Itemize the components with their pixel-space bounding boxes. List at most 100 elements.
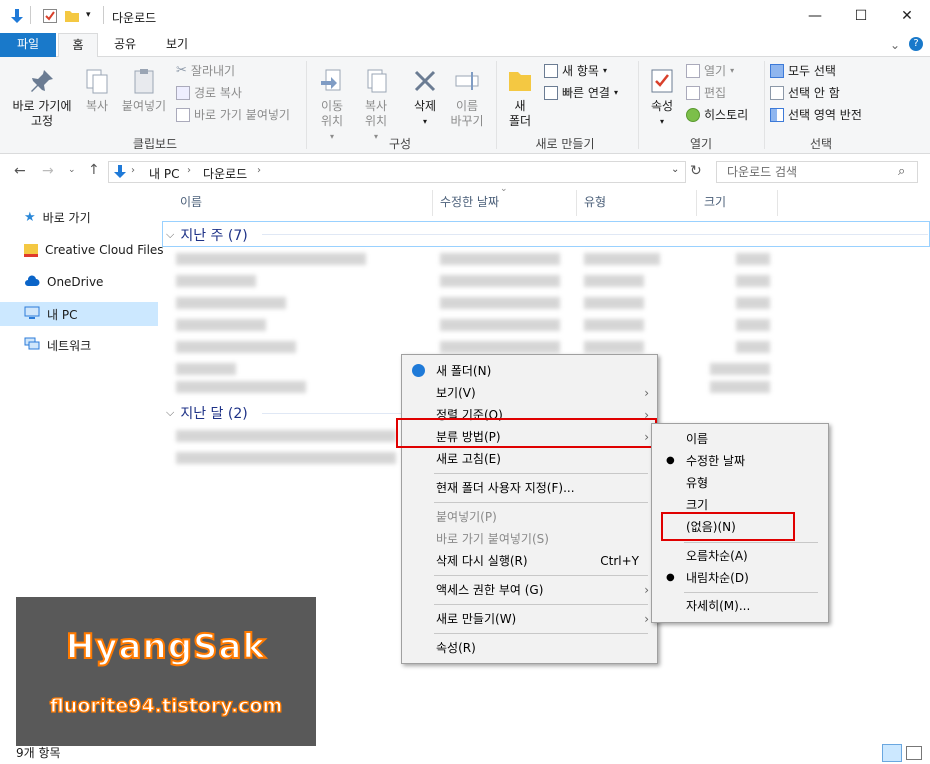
list-item-type <box>584 275 644 287</box>
delete-label: 삭제 <box>413 99 437 113</box>
quick-access-down-arrow-icon[interactable] <box>10 8 24 27</box>
new-item-button[interactable]: 새 항목 ▾ <box>544 63 607 79</box>
menu-separator <box>434 473 648 474</box>
submenu-item-more[interactable]: 자세히(M)... <box>652 595 828 617</box>
nav-label: 네트워크 <box>47 338 92 353</box>
column-divider <box>432 190 433 216</box>
menu-item-paste-shortcut[interactable]: 바로 가기 붙여넣기(S) <box>402 528 657 550</box>
pin-to-quick-access-button[interactable]: 바로 가기에 고정 <box>6 67 78 129</box>
submenu-item-date-modified[interactable]: ● 수정한 날짜 <box>652 450 828 472</box>
column-header-type[interactable]: 유형 <box>584 194 606 216</box>
large-icons-view-icon[interactable] <box>906 746 922 760</box>
highlight-box-none <box>661 512 795 541</box>
breadcrumb-downloads[interactable]: 다운로드 <box>203 165 247 182</box>
history-icon <box>686 108 700 122</box>
tab-file[interactable]: 파일 <box>0 33 56 57</box>
expand-ribbon-chevron-icon[interactable]: ⌄ <box>890 38 900 52</box>
menu-item-redo-delete[interactable]: 삭제 다시 실행(R) Ctrl+Y <box>402 550 657 572</box>
select-none-icon <box>770 86 784 100</box>
refresh-icon[interactable]: ↻ <box>690 163 702 179</box>
up-arrow-icon[interactable]: ↑ <box>88 162 100 178</box>
paste-shortcut-label: 바로 가기 붙여넣기 <box>194 108 290 122</box>
tab-share[interactable]: 공유 <box>104 33 146 57</box>
move-to-button[interactable]: 이동 위치 ▾ <box>312 67 352 144</box>
properties-check-icon[interactable] <box>42 8 58 27</box>
list-item[interactable] <box>176 297 286 309</box>
new-folder-label: 새 폴더 <box>508 99 532 128</box>
group-label-clipboard: 클립보드 <box>132 137 178 151</box>
close-button[interactable]: ✕ <box>884 0 930 32</box>
nav-item-quick-access[interactable]: ★ 바로 가기 <box>24 205 91 229</box>
submenu-item-name[interactable]: 이름 <box>652 428 828 450</box>
list-item[interactable] <box>176 381 306 393</box>
details-view-icon[interactable] <box>882 744 902 762</box>
back-arrow-icon[interactable]: ← <box>14 163 26 179</box>
nav-item-creative-cloud[interactable]: Creative Cloud Files <box>24 238 164 262</box>
minimize-button[interactable]: — <box>792 0 838 32</box>
list-item[interactable] <box>176 430 396 442</box>
recent-locations-chevron-icon[interactable]: ⌄ <box>68 165 76 175</box>
nav-label: 내 PC <box>47 307 78 322</box>
submenu-item-ascending[interactable]: 오름차순(A) <box>652 545 828 567</box>
copy-button[interactable]: 복사 <box>80 67 114 114</box>
menu-item-new[interactable]: 새로 만들기(W) › <box>402 608 657 630</box>
menu-item-refresh[interactable]: 새로 고침(E) <box>402 448 657 470</box>
dropdown-arrow-icon: ▾ <box>422 117 427 126</box>
menu-item-paste[interactable]: 붙여넣기(P) <box>402 506 657 528</box>
customize-quick-access-icon[interactable]: ▾ <box>86 10 91 20</box>
menu-item-give-access[interactable]: 액세스 권한 부여 (G) › <box>402 579 657 601</box>
search-input[interactable]: 다운로드 검색 <box>716 161 918 183</box>
list-item[interactable] <box>176 452 396 464</box>
menu-item-new-folder[interactable]: 새 폴더(N) <box>402 360 657 382</box>
column-header-size[interactable]: 크기 <box>704 194 726 216</box>
submenu-item-descending[interactable]: ● 내림차순(D) <box>652 567 828 589</box>
group-header-last-month[interactable]: ⌵ 지난 달 (2) <box>166 403 248 423</box>
new-folder-quick-icon[interactable] <box>64 8 80 27</box>
copy-path-button[interactable]: 경로 복사 <box>176 85 242 101</box>
list-item[interactable] <box>176 275 256 287</box>
rename-button[interactable]: 이름 바꾸기 <box>446 67 488 129</box>
list-item[interactable] <box>176 341 296 353</box>
nav-item-onedrive[interactable]: OneDrive <box>24 270 103 294</box>
clipboard-icon <box>134 69 154 94</box>
ribbon-separator <box>764 61 765 149</box>
nav-item-this-pc[interactable]: 내 PC <box>24 302 77 326</box>
edit-icon <box>686 86 700 100</box>
delete-button[interactable]: 삭제 ▾ <box>406 67 444 129</box>
properties-button[interactable]: 속성 ▾ <box>644 67 680 129</box>
new-folder-button[interactable]: 새 폴더 <box>502 67 538 129</box>
column-header-name[interactable]: 이름 <box>180 194 202 216</box>
path-icon <box>176 86 190 100</box>
submenu-arrow-icon: › <box>644 612 649 626</box>
address-bar[interactable]: › 내 PC › 다운로드 › ⌄ <box>108 161 686 183</box>
list-item[interactable] <box>176 319 266 331</box>
tab-home[interactable]: 홈 <box>58 33 98 58</box>
tab-view[interactable]: 보기 <box>154 33 200 57</box>
open-button[interactable]: 열기 ▾ <box>686 63 734 79</box>
easy-access-button[interactable]: 빠른 연결 ▾ <box>544 85 618 101</box>
invert-selection-button[interactable]: 선택 영역 반전 <box>770 107 862 123</box>
list-item[interactable] <box>176 253 366 265</box>
paste-button[interactable]: 붙여넣기 <box>118 67 170 114</box>
menu-item-view[interactable]: 보기(V) › <box>402 382 657 404</box>
submenu-item-type[interactable]: 유형 <box>652 472 828 494</box>
group-header-last-week[interactable]: ⌵ 지난 주 (7) <box>166 225 248 245</box>
forward-arrow-icon[interactable]: → <box>42 163 54 179</box>
help-icon[interactable]: ? <box>909 37 923 51</box>
nav-item-network[interactable]: 네트워크 <box>24 333 91 357</box>
list-item[interactable] <box>176 363 236 375</box>
column-header-date-modified[interactable]: 수정한 날짜 <box>440 194 499 216</box>
select-none-button[interactable]: 선택 안 함 <box>770 85 840 101</box>
maximize-button[interactable]: ☐ <box>838 0 884 32</box>
history-button[interactable]: 히스토리 <box>686 107 748 123</box>
paste-shortcut-button[interactable]: 바로 가기 붙여넣기 <box>176 107 290 123</box>
breadcrumb-this-pc[interactable]: 내 PC <box>149 165 179 182</box>
edit-button[interactable]: 편집 <box>686 85 726 101</box>
copy-to-button[interactable]: 복사 위치 ▾ <box>356 67 396 144</box>
group-label-open: 열기 <box>689 137 713 151</box>
menu-item-customize-folder[interactable]: 현재 폴더 사용자 지정(F)... <box>402 477 657 499</box>
cut-button[interactable]: ✂ 잘라내기 <box>176 63 235 79</box>
address-history-chevron-icon[interactable]: ⌄ <box>671 164 679 175</box>
select-all-button[interactable]: 모두 선택 <box>770 63 836 79</box>
menu-item-properties[interactable]: 속성(R) <box>402 637 657 659</box>
